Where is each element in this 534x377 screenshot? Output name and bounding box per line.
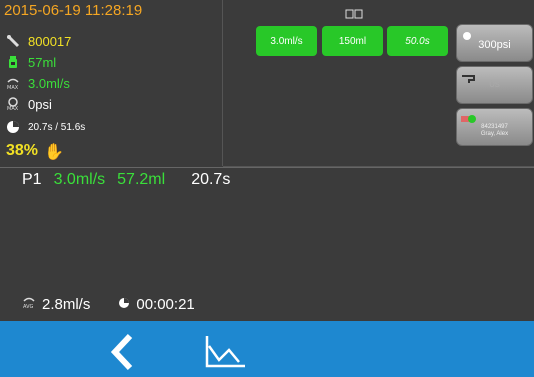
volume-value: 57ml xyxy=(28,54,57,70)
syringe-icon xyxy=(6,34,20,48)
pressure-limit-button[interactable]: 300psi xyxy=(456,24,533,62)
pressure-limit-label: 300psi xyxy=(478,39,511,51)
bottom-nav-bar xyxy=(0,321,534,377)
phase-flow: 3.0ml/s xyxy=(53,171,106,188)
volume-row: 57ml xyxy=(6,53,56,71)
flow-rate-button[interactable]: 3.0ml/s xyxy=(256,26,317,56)
avg-flow-value: 2.8ml/s xyxy=(42,295,91,313)
id-value: 800017 xyxy=(28,33,72,49)
datetime: 2015-06-19 11:28:19 xyxy=(4,2,143,19)
max-flow-row: MAX 3.0ml/s xyxy=(6,74,70,92)
phase-row: P1 3.0ml/s 57.2ml 20.7s xyxy=(22,171,230,189)
max-pressure-icon: MAX xyxy=(6,97,20,111)
back-chevron-icon[interactable] xyxy=(110,333,134,371)
phase-elapsed: 20.7s xyxy=(191,171,231,188)
patient-name: Gray, Alex xyxy=(480,131,509,137)
timer: 00:00:21 xyxy=(118,295,195,313)
protocol-icon[interactable] xyxy=(345,6,363,19)
svg-text:MAX: MAX xyxy=(7,106,19,111)
summary-row: AVG 2.8ml/s 00:00:21 xyxy=(22,295,195,313)
bottle-icon xyxy=(6,55,20,69)
avg-flow: AVG 2.8ml/s xyxy=(22,295,90,313)
svg-text:AVG: AVG xyxy=(23,304,34,309)
disabled-label: 0s xyxy=(489,79,500,90)
time-value: 20.7s / 51.6s xyxy=(28,121,86,133)
time-row: 20.7s / 51.6s xyxy=(6,118,85,136)
progress-percent: 38% xyxy=(6,142,39,159)
trend-chart-icon[interactable] xyxy=(203,334,247,370)
phase-delivered: 57.2ml xyxy=(117,171,166,188)
disabled-button[interactable]: 0s xyxy=(456,66,533,104)
clock-icon xyxy=(6,120,20,134)
hand-icon[interactable]: ✋ xyxy=(44,142,64,162)
max-pressure-row: MAX 0psi xyxy=(6,95,52,113)
max-flow-icon: MAX xyxy=(6,76,20,90)
svg-text:MAX: MAX xyxy=(7,85,19,90)
max-flow-value: 3.0ml/s xyxy=(28,75,70,91)
timer-icon xyxy=(118,296,130,313)
phase-label: P1 xyxy=(22,171,42,188)
volume-button[interactable]: 150ml xyxy=(322,26,383,56)
timer-value: 00:00:21 xyxy=(136,295,195,313)
duration-button[interactable]: 50.0s xyxy=(387,26,448,56)
patient-id: 84231497 xyxy=(481,124,508,130)
avg-flow-icon: AVG xyxy=(22,295,36,313)
patient-button[interactable]: 84231497 Gray, Alex xyxy=(456,108,533,146)
id-row: 800017 xyxy=(6,32,71,50)
max-pressure-value: 0psi xyxy=(28,96,52,112)
